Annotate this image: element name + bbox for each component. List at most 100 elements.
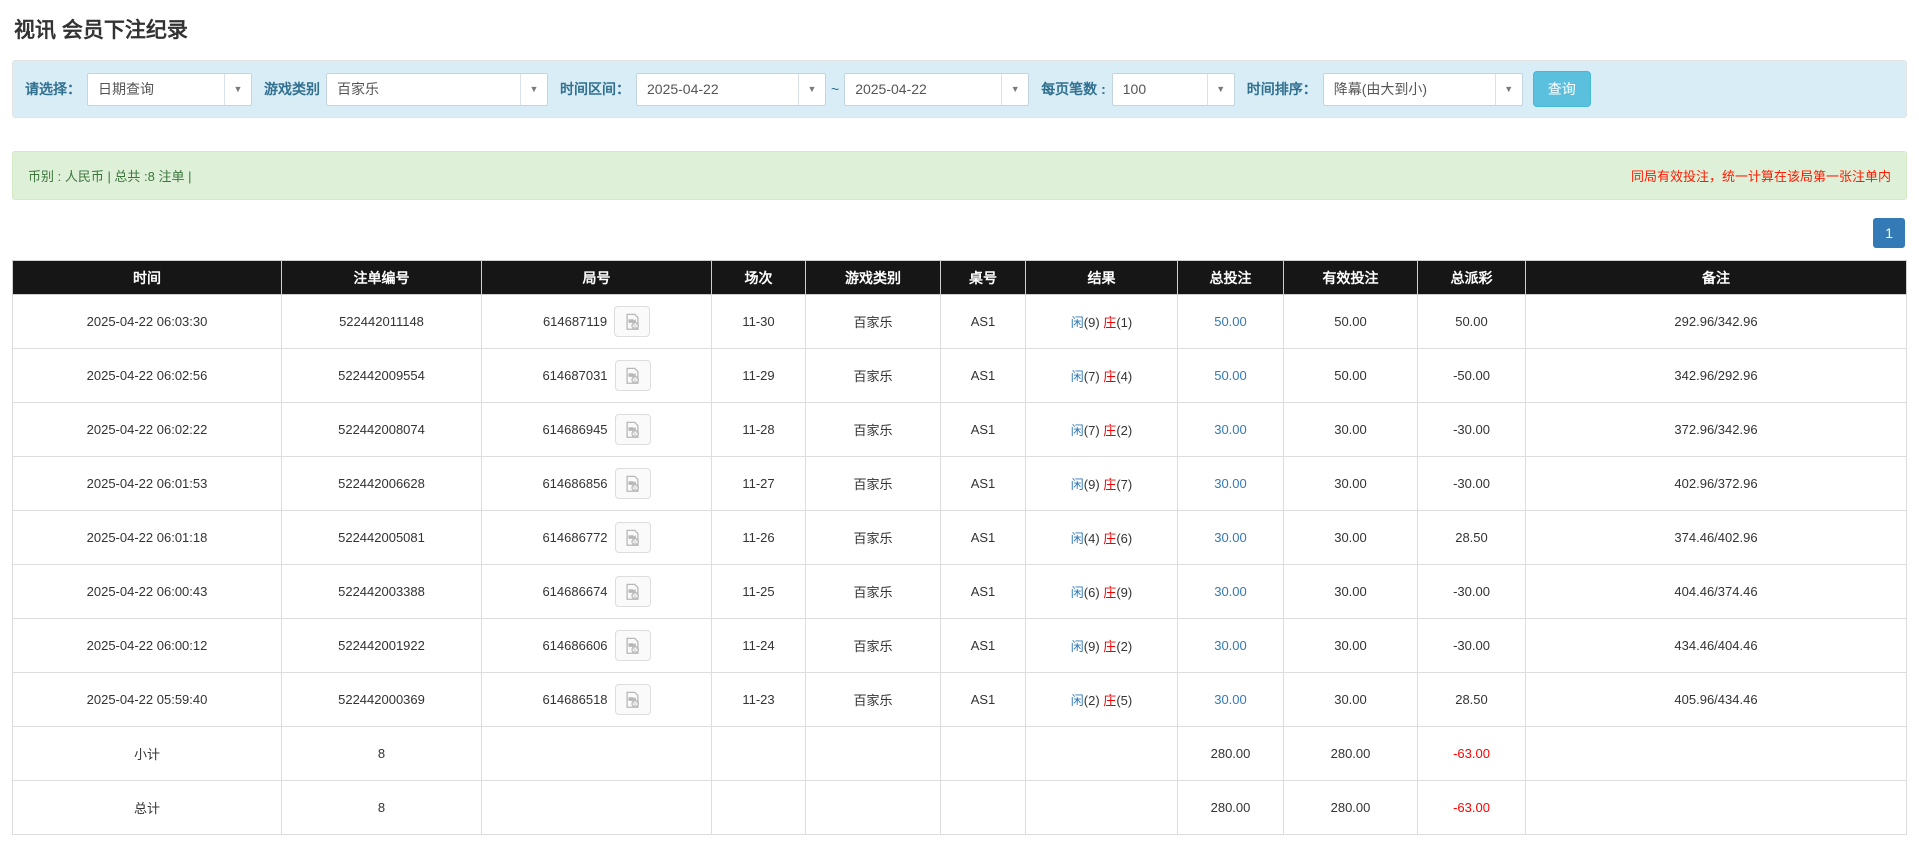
cell-table-no: AS1: [941, 403, 1026, 457]
cell-remark: 404.46/374.46: [1526, 565, 1907, 619]
page-1-button[interactable]: 1: [1873, 218, 1905, 248]
cell-bet-id: 522442006628: [282, 457, 482, 511]
total-bet-link[interactable]: 50.00: [1214, 314, 1247, 329]
cell-round-id: 614686674: [482, 565, 712, 619]
cell-result: 闲(6) 庄(9): [1026, 565, 1178, 619]
result-banker-score: (4): [1116, 369, 1132, 384]
column-header: 局号: [482, 261, 712, 295]
date-to-select[interactable]: 2025-04-22 ▼: [844, 73, 1029, 106]
cell-round-id: 614686606: [482, 619, 712, 673]
video-replay-icon: [623, 421, 642, 439]
total-row-empty-cell: [806, 781, 941, 835]
video-replay-icon: [623, 529, 642, 547]
cell-time: 2025-04-22 06:00:12: [13, 619, 282, 673]
cell-payout: 50.00: [1418, 295, 1526, 349]
cell-bet-id: 522442003388: [282, 565, 482, 619]
total-bet-link[interactable]: 30.00: [1214, 422, 1247, 437]
game-type-select[interactable]: 百家乐 ▼: [326, 73, 548, 106]
total-row-count: 8: [282, 781, 482, 835]
column-header: 总派彩: [1418, 261, 1526, 295]
total-bet-link[interactable]: 30.00: [1214, 584, 1247, 599]
time-sort-label: 时间排序：: [1247, 79, 1317, 99]
table-row: 2025-04-22 06:02:56522442009554614687031…: [13, 349, 1907, 403]
cell-result: 闲(9) 庄(1): [1026, 295, 1178, 349]
video-replay-button[interactable]: [615, 684, 651, 715]
total-bet-link[interactable]: 30.00: [1214, 476, 1247, 491]
cell-game-type: 百家乐: [806, 619, 941, 673]
result-player-label: 闲: [1071, 477, 1084, 492]
search-button[interactable]: 查询: [1533, 71, 1591, 107]
cell-table-no: AS1: [941, 619, 1026, 673]
currency-total-text: 币别 : 人民币 | 总共 :8 注单 |: [28, 166, 192, 185]
cell-result: 闲(9) 庄(7): [1026, 457, 1178, 511]
cell-payout: -30.00: [1418, 403, 1526, 457]
cell-remark: 405.96/434.46: [1526, 673, 1907, 727]
cell-bet-id: 522442011148: [282, 295, 482, 349]
cell-remark: 372.96/342.96: [1526, 403, 1907, 457]
total-bet-link[interactable]: 50.00: [1214, 368, 1247, 383]
result-player-label: 闲: [1071, 369, 1084, 384]
cell-bet-id: 522442008074: [282, 403, 482, 457]
total-row-payout: -63.00: [1418, 781, 1526, 835]
result-banker-score: (6): [1116, 531, 1132, 546]
cell-total-bet: 50.00: [1178, 349, 1284, 403]
total-bet-link[interactable]: 30.00: [1214, 692, 1247, 707]
subtotal-row-total-bet: 280.00: [1178, 727, 1284, 781]
per-page-label: 每页笔数 :: [1041, 79, 1106, 99]
round-id-text: 614687119: [543, 314, 607, 329]
total-row-empty-cell: [941, 781, 1026, 835]
result-player-label: 闲: [1071, 639, 1084, 654]
cell-time: 2025-04-22 06:01:18: [13, 511, 282, 565]
chevron-down-icon: ▼: [1207, 74, 1234, 105]
query-type-value: 日期查询: [88, 79, 164, 99]
time-sort-select[interactable]: 降幕(由大到小) ▼: [1323, 73, 1523, 106]
subtotal-row-valid-bet: 280.00: [1284, 727, 1418, 781]
cell-valid-bet: 30.00: [1284, 565, 1418, 619]
filter-bar: 请选择： 日期查询 ▼ 游戏类别 百家乐 ▼ 时间区间： 2025-04-22 …: [13, 61, 1906, 117]
total-bet-link[interactable]: 30.00: [1214, 638, 1247, 653]
filter-panel: 请选择： 日期查询 ▼ 游戏类别 百家乐 ▼ 时间区间： 2025-04-22 …: [12, 60, 1907, 118]
video-replay-button[interactable]: [615, 360, 651, 391]
cell-valid-bet: 50.00: [1284, 349, 1418, 403]
result-banker-label: 庄: [1103, 477, 1116, 492]
cell-payout: -30.00: [1418, 619, 1526, 673]
query-type-select[interactable]: 日期查询 ▼: [87, 73, 252, 106]
cell-time: 2025-04-22 06:01:53: [13, 457, 282, 511]
video-replay-icon: [623, 583, 642, 601]
result-banker-label: 庄: [1103, 369, 1116, 384]
column-header: 时间: [13, 261, 282, 295]
per-page-select[interactable]: 100 ▼: [1112, 73, 1235, 106]
column-header: 结果: [1026, 261, 1178, 295]
game-type-label: 游戏类别: [264, 79, 320, 99]
cell-bet-id: 522442000369: [282, 673, 482, 727]
video-replay-button[interactable]: [614, 306, 650, 337]
result-player-score: (9): [1084, 315, 1104, 330]
time-range-label: 时间区间：: [560, 79, 630, 99]
date-from-select[interactable]: 2025-04-22 ▼: [636, 73, 826, 106]
total-row: 总计8280.00280.00-63.00: [13, 781, 1907, 835]
video-replay-button[interactable]: [615, 576, 651, 607]
result-player-label: 闲: [1071, 315, 1084, 330]
table-row: 2025-04-22 06:01:18522442005081614686772…: [13, 511, 1907, 565]
cell-table-no: AS1: [941, 673, 1026, 727]
time-sort-value: 降幕(由大到小): [1324, 79, 1437, 99]
table-row: 2025-04-22 06:00:12522442001922614686606…: [13, 619, 1907, 673]
same-round-notice-text: 同局有效投注，统一计算在该局第一张注单内: [1631, 166, 1891, 185]
video-replay-button[interactable]: [615, 414, 651, 445]
column-header: 总投注: [1178, 261, 1284, 295]
result-player-label: 闲: [1071, 531, 1084, 546]
cell-result: 闲(9) 庄(2): [1026, 619, 1178, 673]
table-row: 2025-04-22 06:03:30522442011148614687119…: [13, 295, 1907, 349]
video-replay-icon: [623, 637, 642, 655]
video-replay-icon: [623, 475, 642, 493]
round-id-text: 614686945: [542, 422, 607, 437]
result-player-score: (7): [1084, 423, 1104, 438]
video-replay-button[interactable]: [615, 468, 651, 499]
column-header: 桌号: [941, 261, 1026, 295]
table-row: 2025-04-22 06:01:53522442006628614686856…: [13, 457, 1907, 511]
cell-bet-id: 522442005081: [282, 511, 482, 565]
column-header: 注单编号: [282, 261, 482, 295]
video-replay-button[interactable]: [615, 630, 651, 661]
video-replay-button[interactable]: [615, 522, 651, 553]
total-bet-link[interactable]: 30.00: [1214, 530, 1247, 545]
